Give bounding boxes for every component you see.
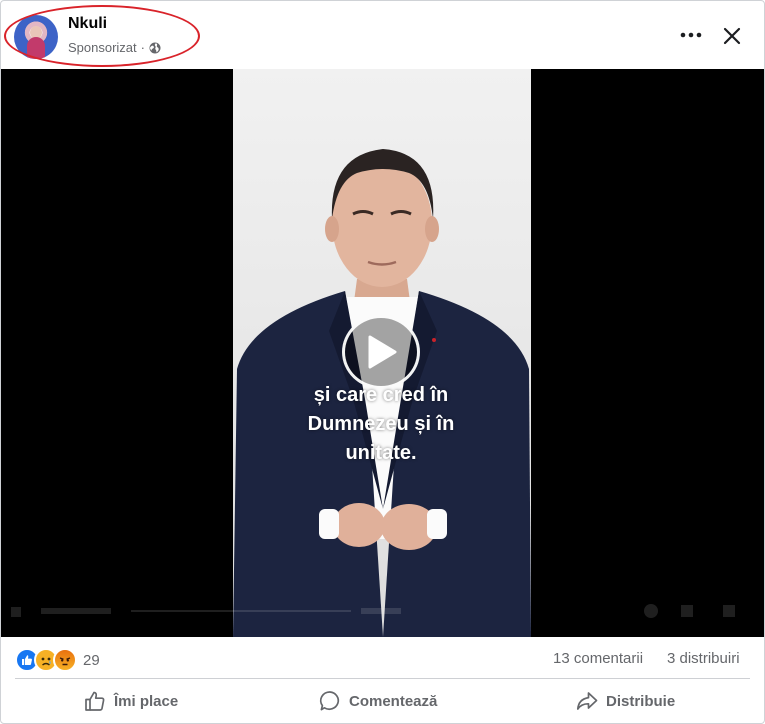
more-options-button[interactable] [675, 21, 707, 49]
like-button[interactable]: Îmi place [84, 680, 178, 722]
like-label: Îmi place [114, 692, 179, 710]
highlight-annotation [4, 5, 200, 67]
close-button[interactable] [717, 21, 747, 51]
play-icon [368, 335, 397, 369]
angry-icon [53, 648, 77, 672]
post-actions: Îmi place Comentează Distribuie [1, 680, 764, 722]
more-options-icon [680, 32, 702, 38]
post-stats: 29 13 comentarii 3 distribuiri [1, 639, 764, 677]
reaction-count[interactable]: 29 [83, 652, 100, 669]
comment-button[interactable]: Comentează [319, 680, 437, 722]
comments-count[interactable]: 13 comentarii [553, 650, 643, 667]
share-label: Distribuie [606, 692, 676, 710]
reactions-summary[interactable]: 29 [15, 648, 100, 672]
share-icon [576, 692, 598, 710]
video-player[interactable]: și care cred în Dumnezeu și în unitate. [1, 69, 764, 637]
comment-icon [319, 691, 340, 711]
shares-count[interactable]: 3 distribuiri [667, 650, 740, 667]
caption-line: Dumnezeu și în [307, 413, 455, 435]
video-controls-bar [11, 604, 735, 618]
play-button[interactable] [342, 315, 420, 389]
caption-line: unitate. [345, 442, 417, 464]
caption-line: și care cred în [313, 384, 449, 406]
share-button[interactable]: Distribuie [576, 680, 675, 722]
sponsored-post: Nkuli Sponsorizat · și care cred în Dumn… [0, 0, 765, 724]
post-header: Nkuli Sponsorizat · [1, 1, 764, 69]
divider [15, 678, 750, 679]
thumbs-up-icon [85, 691, 105, 711]
comment-label: Comentează [349, 692, 438, 710]
close-icon [723, 27, 741, 45]
video-caption: și care cred în Dumnezeu și în unitate. [247, 381, 515, 468]
